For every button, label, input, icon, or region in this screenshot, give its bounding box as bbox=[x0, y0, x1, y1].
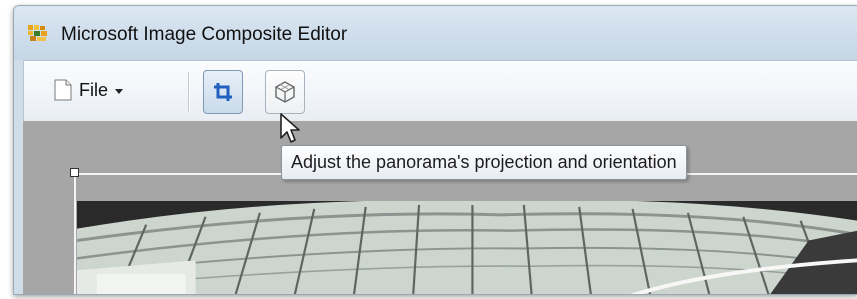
crop-selection-frame[interactable] bbox=[74, 173, 857, 294]
projection-button[interactable] bbox=[265, 70, 305, 114]
toolbar-separator bbox=[188, 72, 189, 112]
document-icon bbox=[54, 79, 72, 101]
window-title: Microsoft Image Composite Editor bbox=[61, 24, 348, 45]
crop-handle-top-left[interactable] bbox=[70, 168, 79, 177]
chevron-down-icon bbox=[115, 88, 124, 94]
file-menu-label: File bbox=[79, 79, 109, 100]
app-logo-icon bbox=[28, 25, 47, 41]
tooltip: Adjust the panorama's projection and ori… bbox=[281, 145, 687, 180]
toolbar: File bbox=[23, 60, 857, 122]
cube-projection-icon bbox=[275, 81, 295, 103]
crop-icon bbox=[214, 83, 232, 101]
crop-button[interactable] bbox=[203, 70, 243, 114]
tooltip-text: Adjust the panorama's projection and ori… bbox=[291, 152, 677, 172]
file-menu-button[interactable]: File bbox=[54, 75, 124, 105]
title-bar[interactable]: Microsoft Image Composite Editor bbox=[14, 6, 857, 60]
mouse-cursor-icon bbox=[280, 113, 300, 143]
